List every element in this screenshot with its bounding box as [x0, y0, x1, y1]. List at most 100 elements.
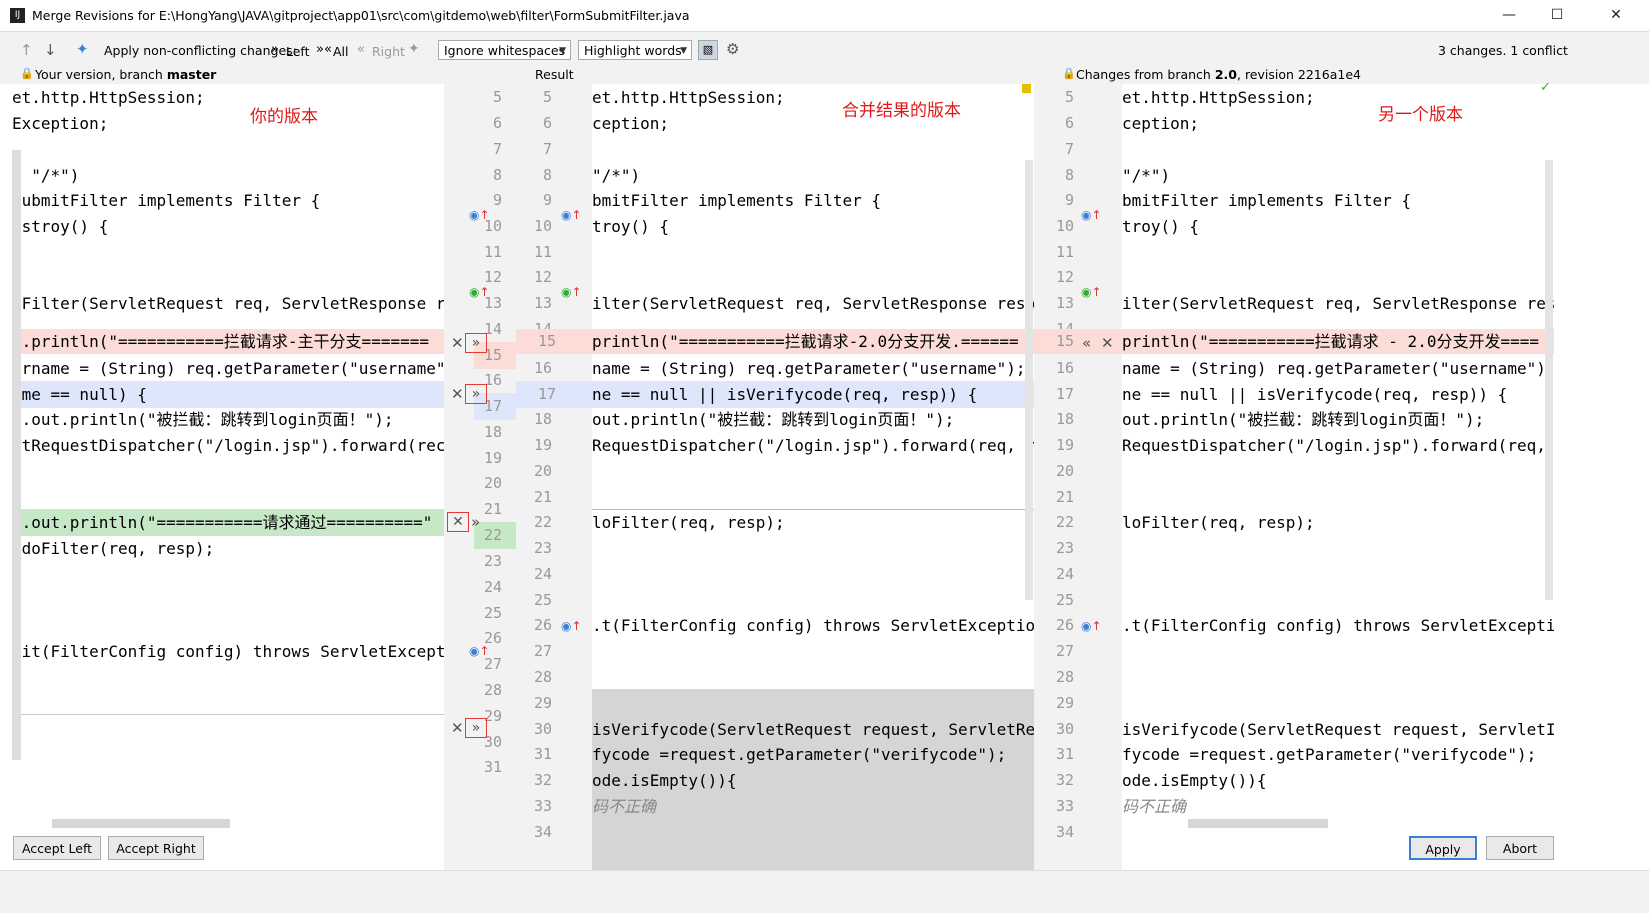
result-pane-header: Result	[535, 67, 574, 82]
whitespace-select-value: Ignore whitespaces	[444, 43, 566, 58]
code-line: et.http.HttpSession;	[592, 88, 785, 107]
code-line: ode.isEmpty()){	[592, 771, 737, 790]
code-line: name = (String) req.getParameter("userna…	[592, 359, 1026, 378]
code-line: fycode =request.getParameter("verifycode…	[1122, 745, 1537, 764]
window-titlebar: IJ Merge Revisions for E:\HongYang\JAVA\…	[0, 0, 1649, 32]
minimize-icon[interactable]: —	[1489, 4, 1529, 26]
override-icon: ◉↑	[561, 619, 582, 633]
arrow-down-icon[interactable]: ↓	[44, 41, 57, 59]
left-header-prefix: Your version, branch	[35, 67, 167, 82]
code-line: estroy() {	[12, 217, 109, 236]
implement-icon: ◉↑	[469, 285, 490, 299]
right-header-prefix: Changes from branch	[1076, 67, 1215, 82]
accept-right-change-icon[interactable]: «	[1082, 333, 1091, 353]
arrow-up-icon[interactable]: ↑	[20, 41, 33, 59]
code-line: 码不正确	[592, 797, 657, 816]
left-gutter: 5 6 7 8 9 10 11 12 13 14 15 16 17 18 19 …	[444, 84, 516, 870]
maximize-icon[interactable]: ☐	[1537, 4, 1577, 26]
code-line: m.out.println("被拦截：跳转到login页面！");	[12, 410, 394, 429]
code-line: out.println("被拦截：跳转到login页面！");	[1122, 410, 1485, 429]
conflict-line: println("===========拦截请求 - 2.0分支开发====	[1122, 329, 1554, 354]
apply-left-button[interactable]: Left	[286, 44, 310, 59]
accept-left-button[interactable]: Accept Left	[13, 836, 101, 860]
left-branch-name: master	[166, 67, 217, 82]
right-branch-name: 2.0	[1214, 67, 1237, 82]
accept-left-change-icon[interactable]: »	[465, 718, 487, 738]
chevron-down-icon: ▼	[559, 46, 566, 56]
code-line: "/*")	[1122, 166, 1171, 185]
horizontal-scrollbar[interactable]	[658, 819, 806, 828]
code-line: bmitFilter implements Filter {	[592, 191, 881, 210]
code-line: = "/*")	[12, 166, 80, 185]
apply-button[interactable]: Apply	[1409, 836, 1477, 860]
lock-icon: 🔒	[1062, 67, 1076, 80]
whitespace-select[interactable]: Ignore whitespaces ▼	[438, 40, 571, 60]
chevron-down-icon: ▼	[680, 46, 687, 56]
code-line: isVerifycode(ServletRequest request, Ser…	[592, 720, 1034, 739]
code-line: loFilter(req, resp);	[1122, 513, 1315, 532]
apply-all-button[interactable]: All	[333, 44, 349, 59]
check-icon: ✓	[1540, 80, 1551, 95]
apply-left-icon[interactable]: »	[271, 42, 279, 57]
ignore-change-icon[interactable]: ✕	[451, 718, 464, 738]
your-version-annotation: 你的版本	[250, 107, 318, 127]
gear-icon[interactable]: ⚙	[726, 40, 739, 58]
override-icon: ◉↑	[469, 208, 490, 222]
pane-headers: 🔒 Your version, branch master Result 🔒 C…	[0, 64, 1649, 84]
accept-left-change-icon[interactable]: »	[471, 512, 480, 532]
result-gutter: 5 6 7 8 9 10 11 12 13 14 15 16 17 18 19 …	[516, 84, 592, 870]
accept-right-button[interactable]: Accept Right	[108, 836, 204, 860]
code-line: et.http.HttpSession;	[1122, 88, 1315, 107]
abort-button[interactable]: Abort	[1486, 836, 1554, 860]
apply-all-icon[interactable]: »«	[316, 42, 332, 57]
ignore-change-icon[interactable]: ✕	[1101, 333, 1114, 353]
code-line: oFilter(ServletRequest req, ServletRespo…	[12, 294, 444, 313]
close-icon[interactable]: ✕	[1596, 4, 1636, 26]
code-line: fycode =request.getParameter("verifycode…	[592, 745, 1007, 764]
ignore-change-icon[interactable]: ✕	[447, 512, 469, 532]
code-line: .t(FilterConfig config) throws ServletEx…	[1122, 616, 1554, 635]
code-line: SubmitFilter implements Filter {	[12, 191, 321, 210]
highlight-select[interactable]: Highlight words ▼	[578, 40, 692, 60]
code-line: RequestDispatcher("/login.jsp").forward(…	[592, 436, 1034, 455]
left-editor-pane[interactable]: et.http.HttpSession; Exception; = "/*") …	[12, 84, 444, 870]
code-line: troy() {	[1122, 217, 1200, 236]
code-line: troy() {	[592, 217, 670, 236]
right-editor-pane[interactable]: et.http.HttpSession; ception; "/*") bmit…	[1122, 84, 1554, 870]
code-line: nit(FilterConfig config) throws ServletE…	[12, 642, 444, 661]
accept-left-change-icon[interactable]: »	[465, 333, 487, 353]
conflict-indicator	[1022, 84, 1031, 93]
sync-scroll-icon[interactable]: ▧	[698, 40, 718, 60]
magic-resolve-icon[interactable]: ✦	[76, 40, 89, 58]
apply-right-button[interactable]: Right	[372, 44, 405, 59]
code-line: loFilter(req, resp);	[592, 513, 785, 532]
code-line: bmitFilter implements Filter {	[1122, 191, 1411, 210]
accept-left-change-icon[interactable]: »	[465, 384, 487, 404]
result-editor-pane[interactable]: et.http.HttpSession; ception; "/*") bmit…	[592, 84, 1034, 870]
horizontal-scrollbar[interactable]	[1188, 819, 1328, 828]
code-line: .doFilter(req, resp);	[12, 539, 215, 558]
right-gutter: 5 6 7 8 9 10 11 12 13 14 15 16 17 18 19 …	[1034, 84, 1122, 870]
apply-nonconflicting-label: Apply non-conflicting changes:	[104, 43, 297, 58]
horizontal-scrollbar[interactable]	[52, 819, 230, 828]
merge-result-annotation: 合并结果的版本	[842, 101, 961, 121]
apply-right-icon[interactable]: «	[357, 42, 365, 57]
code-line: etRequestDispatcher("/login.jsp").forwar…	[12, 436, 444, 455]
result-vertical-scrollbar[interactable]	[1025, 160, 1033, 600]
added-line: m.out.println("===========请求通过==========…	[12, 509, 444, 536]
override-icon: ◉↑	[1081, 208, 1102, 222]
ignore-change-icon[interactable]: ✕	[451, 333, 464, 353]
modified-line: ne == null || isVerifycode(req, resp)) {	[592, 381, 1034, 408]
left-vertical-scrollbar[interactable]	[12, 150, 21, 760]
lock-icon: 🔒	[20, 67, 34, 80]
magic-wand-icon[interactable]: ✦	[408, 41, 420, 57]
code-line: RequestDispatcher("/login.jsp").forward(…	[1122, 436, 1546, 455]
code-line: ception;	[1122, 114, 1200, 133]
code-line: name = (String) req.getParameter("userna…	[1122, 359, 1546, 378]
code-line: Exception;	[12, 114, 109, 133]
right-vertical-scrollbar[interactable]	[1545, 160, 1553, 600]
left-pane-header: Your version, branch master	[35, 67, 216, 82]
code-line: ilter(ServletRequest req, ServletRespons…	[1122, 294, 1554, 313]
conflict-line: println("===========拦截请求-2.0分支开发.======	[592, 329, 1034, 354]
ignore-change-icon[interactable]: ✕	[451, 384, 464, 404]
